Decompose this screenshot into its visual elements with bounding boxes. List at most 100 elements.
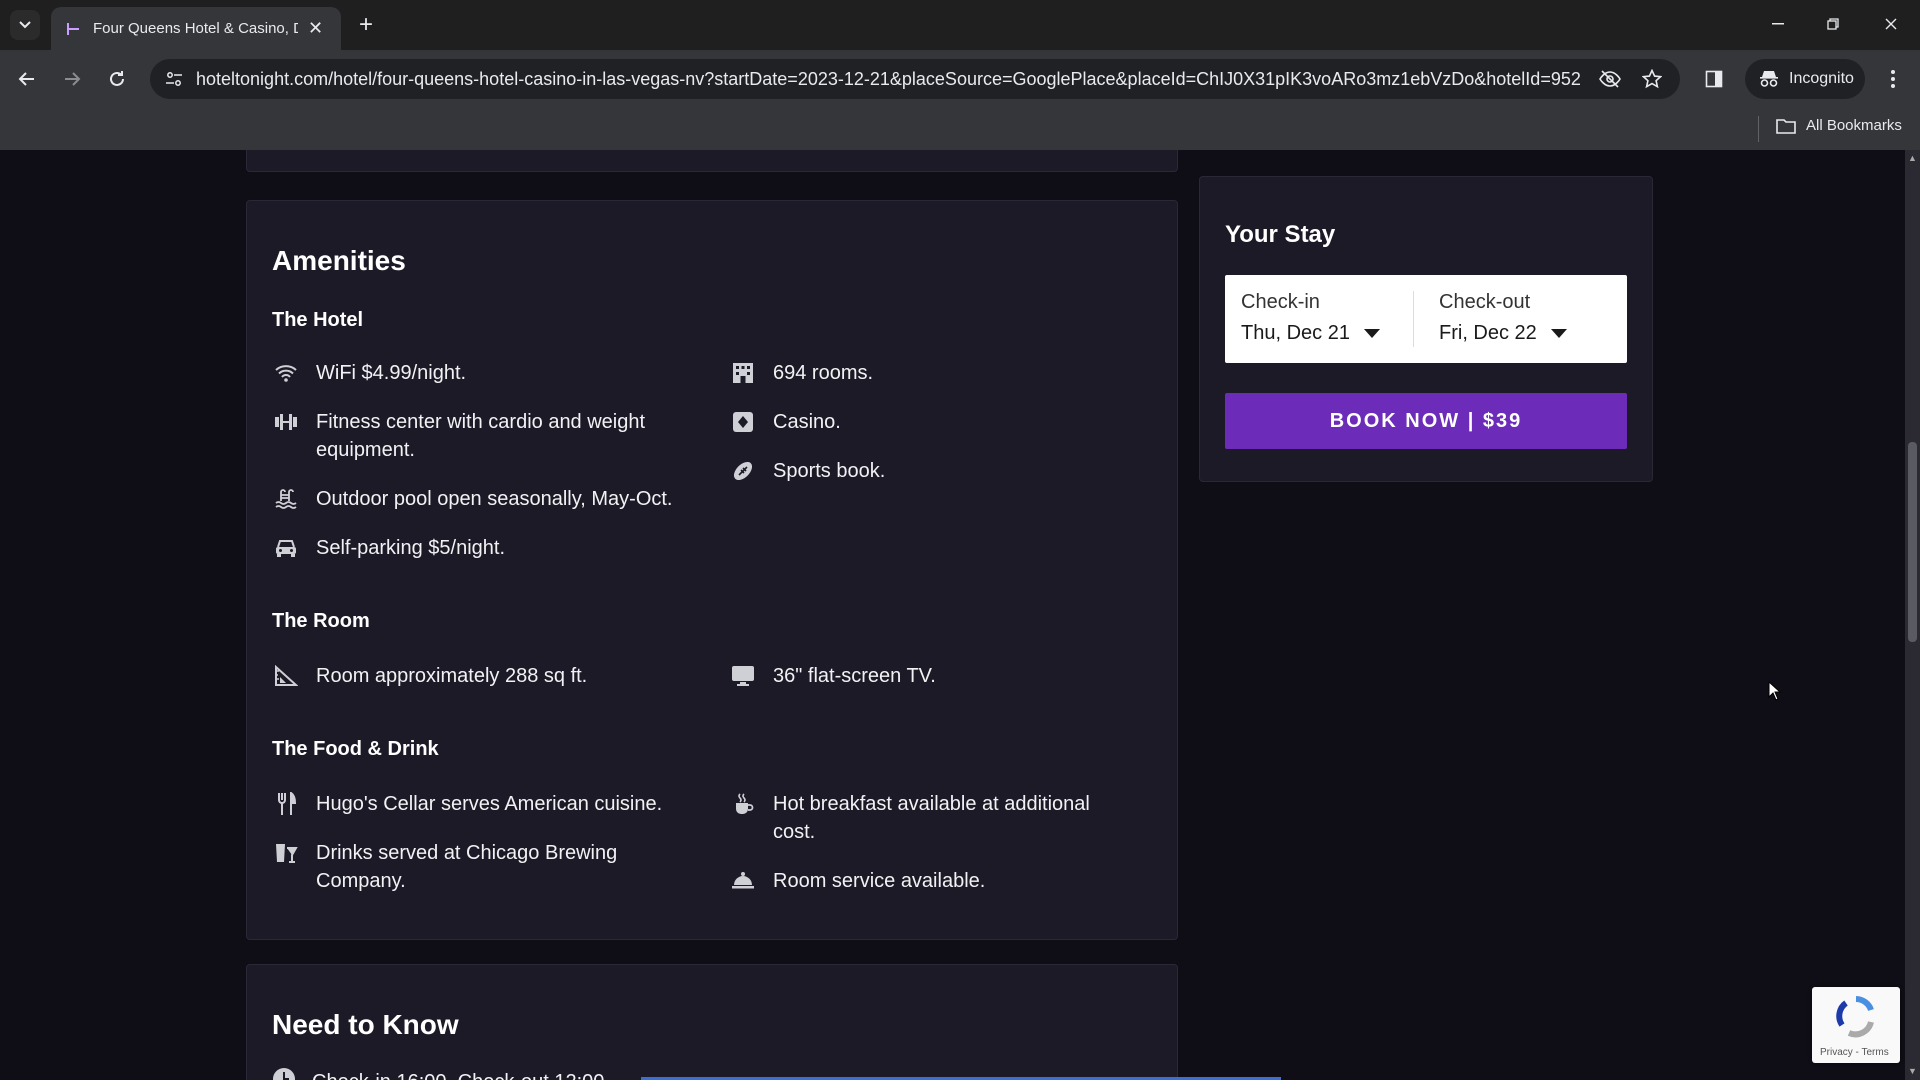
amenity-text: Hugo's Cellar serves American cuisine. — [316, 793, 663, 815]
recaptcha-badge[interactable]: Privacy - Terms — [1812, 987, 1900, 1063]
tab-strip: Four Queens Hotel & Casino, D ✕ + — [0, 0, 1920, 50]
checkout-selector[interactable]: Check-out Fri, Dec 22 — [1439, 291, 1567, 345]
amenity-text: Outdoor pool open seasonally, May-Oct. — [316, 488, 673, 510]
close-window-button[interactable] — [1877, 12, 1905, 36]
forward-button[interactable] — [57, 64, 87, 94]
side-panel-icon — [1705, 70, 1723, 88]
tab-search-button[interactable] — [10, 10, 40, 40]
arrow-left-icon — [18, 72, 34, 86]
browser-tab[interactable]: Four Queens Hotel & Casino, D ✕ — [51, 7, 341, 50]
dumbbell-icon — [272, 408, 300, 436]
chevron-down-icon — [19, 21, 31, 29]
amenity-restaurant: Hugo's Cellar serves American cuisine. — [272, 790, 696, 818]
amenity-text: 36" flat-screen TV. — [773, 665, 936, 687]
amenity-pool: Outdoor pool open seasonally, May-Oct. — [272, 485, 696, 513]
scroll-up-icon[interactable]: ▲ — [1908, 154, 1917, 163]
amenity-fitness: Fitness center with cardio and weight eq… — [272, 408, 696, 464]
arrow-right-icon — [65, 72, 81, 86]
your-stay-title: Your Stay — [1225, 221, 1336, 248]
minimize-button[interactable] — [1764, 12, 1792, 36]
url-text: hoteltonight.com/hotel/four-queens-hotel… — [196, 69, 1581, 89]
drinks-icon — [272, 839, 300, 867]
back-button[interactable] — [12, 64, 42, 94]
close-icon — [1885, 18, 1897, 30]
restore-button[interactable] — [1819, 12, 1847, 36]
amenity-rooms: 694 rooms. — [729, 359, 1123, 387]
amenity-text: WiFi $4.99/night. — [316, 362, 467, 384]
eye-off-icon[interactable] — [1598, 67, 1622, 91]
amenity-text: Room approximately 288 sq ft. — [316, 665, 588, 687]
amenity-text: Hot breakfast available at additional co… — [773, 793, 1090, 843]
amenity-room-service: Room service available. — [729, 867, 1123, 895]
recaptcha-logo-icon — [1836, 996, 1874, 1038]
amenity-text: Self-parking $5/night. — [316, 537, 506, 559]
scroll-down-icon[interactable]: ▼ — [1908, 1067, 1917, 1076]
need-to-know-card: Need to Know Check-in 16:00, Check-out 1… — [246, 964, 1281, 1080]
checkin-selector[interactable]: Check-in Thu, Dec 21 — [1241, 291, 1380, 345]
browser-menu-button[interactable] — [1878, 64, 1908, 94]
checkin-value: Thu, Dec 21 — [1241, 322, 1350, 344]
checkin-label: Check-in — [1241, 291, 1320, 313]
bookmark-star-icon[interactable] — [1640, 67, 1664, 91]
date-picker: Check-in Thu, Dec 21 Check-out Fri, Dec … — [1225, 275, 1627, 363]
amenity-text: Sports book. — [773, 460, 886, 482]
new-tab-button[interactable]: + — [352, 12, 380, 40]
caret-down-icon — [1550, 329, 1567, 338]
amenity-breakfast: Hot breakfast available at additional co… — [729, 790, 1123, 846]
amenities-title: Amenities — [272, 245, 406, 276]
date-divider — [1413, 291, 1414, 347]
all-bookmarks-button[interactable]: All Bookmarks — [1776, 117, 1902, 134]
checkout-value: Fri, Dec 22 — [1439, 322, 1537, 344]
browser-toolbar: hoteltonight.com/hotel/four-queens-hotel… — [0, 50, 1920, 108]
casino-icon — [729, 408, 757, 436]
scroll-thumb[interactable] — [1908, 442, 1917, 642]
folder-icon — [1776, 118, 1796, 134]
hoteltonight-favicon-icon — [67, 22, 79, 35]
football-icon — [729, 457, 757, 485]
your-stay-card: Your Stay Check-in Thu, Dec 21 Check-out… — [1199, 176, 1653, 482]
amenity-tv: 36" flat-screen TV. — [729, 662, 1123, 690]
food-heading: The Food & Drink — [272, 738, 439, 760]
site-info-icon[interactable] — [162, 67, 186, 91]
close-tab-icon[interactable]: ✕ — [308, 18, 323, 39]
recaptcha-terms[interactable]: Privacy - Terms — [1820, 1047, 1889, 1058]
building-icon — [729, 359, 757, 387]
amenity-text: Casino. — [773, 411, 841, 433]
mouse-cursor-icon — [1768, 681, 1782, 701]
book-now-button[interactable]: BOOK NOW | $39 — [1225, 393, 1627, 449]
utensils-icon — [272, 790, 300, 818]
checkin-checkout-text: Check-in 16:00, Check-out 12:00 — [312, 1071, 604, 1080]
incognito-label: Incognito — [1789, 70, 1854, 87]
tv-icon — [729, 662, 757, 690]
hotel-heading: The Hotel — [272, 309, 364, 331]
side-panel-button[interactable] — [1699, 64, 1729, 94]
amenities-card: Amenities The Hotel WiFi $4.99/night. Fi… — [246, 200, 1178, 940]
address-bar[interactable]: hoteltonight.com/hotel/four-queens-hotel… — [150, 59, 1680, 99]
car-icon — [272, 534, 300, 562]
room-heading: The Room — [272, 610, 370, 632]
clock-icon — [272, 1067, 296, 1080]
incognito-icon — [1760, 71, 1778, 87]
previous-section-card — [246, 150, 1178, 172]
incognito-badge[interactable]: Incognito — [1745, 59, 1865, 99]
more-vertical-icon — [1891, 70, 1895, 88]
amenity-sportsbook: Sports book. — [729, 457, 1123, 485]
amenity-room-size: Room approximately 288 sq ft. — [272, 662, 696, 690]
bookmarks-bar: All Bookmarks — [0, 108, 1920, 150]
checkin-checkout-row: Check-in 16:00, Check-out 12:00 — [272, 1067, 604, 1080]
bookmarks-divider — [1758, 116, 1759, 142]
pool-icon — [272, 485, 300, 513]
amenity-wifi: WiFi $4.99/night. — [272, 359, 696, 387]
reload-button[interactable] — [102, 64, 132, 94]
ruler-icon — [272, 662, 300, 690]
caret-down-icon — [1363, 329, 1380, 338]
all-bookmarks-label: All Bookmarks — [1806, 117, 1902, 134]
page-scrollbar[interactable]: ▲ ▼ — [1905, 150, 1920, 1080]
amenity-drinks: Drinks served at Chicago Brewing Company… — [272, 839, 696, 895]
amenity-text: Room service available. — [773, 870, 986, 892]
amenity-parking: Self-parking $5/night. — [272, 534, 696, 562]
minimize-icon — [1772, 23, 1784, 25]
page-content: Amenities The Hotel WiFi $4.99/night. Fi… — [0, 150, 1905, 1080]
amenity-text: 694 rooms. — [773, 362, 874, 384]
checkout-label: Check-out — [1439, 291, 1531, 313]
